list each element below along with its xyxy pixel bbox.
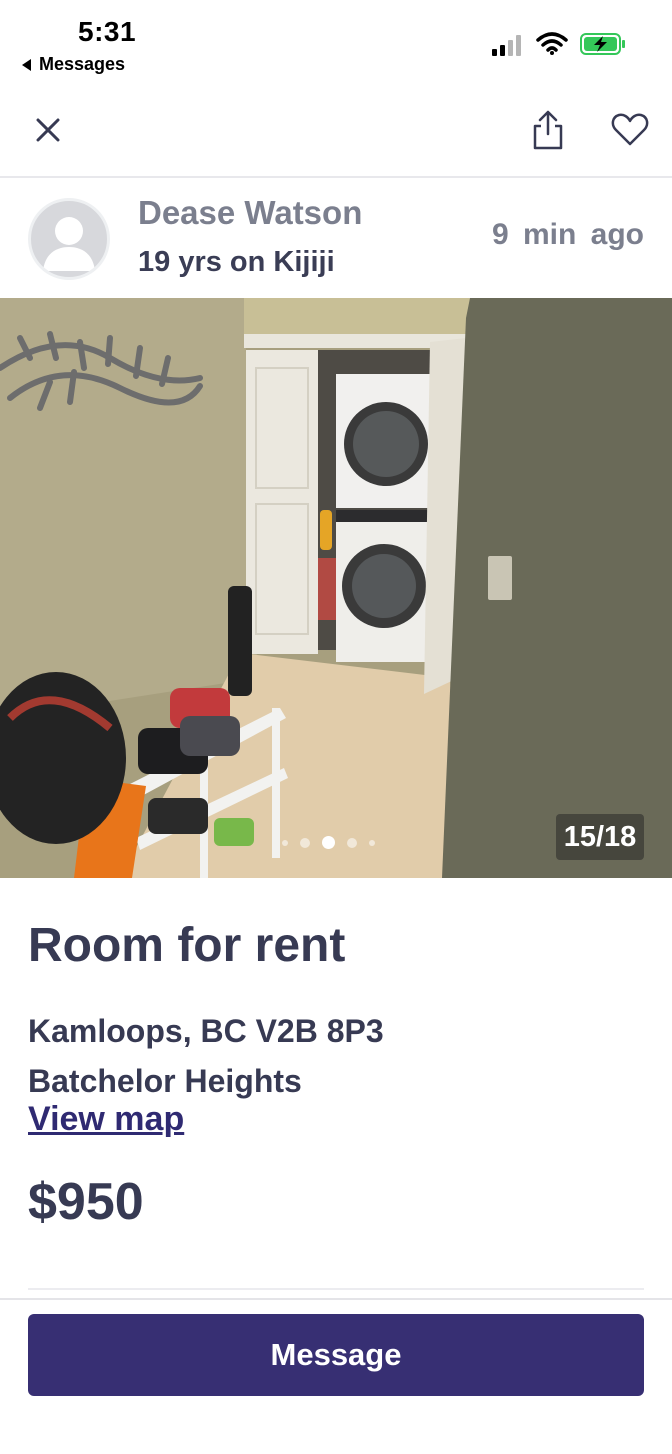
top-nav — [0, 88, 672, 178]
wifi-icon — [536, 32, 568, 55]
divider — [28, 1288, 644, 1290]
laundry-room-photo — [0, 298, 672, 878]
close-button[interactable] — [30, 110, 66, 150]
gallery-dot — [282, 839, 288, 846]
battery-charging-icon — [580, 33, 625, 55]
share-button[interactable] — [528, 108, 568, 152]
view-map-link[interactable]: View map — [28, 1100, 184, 1139]
listing-photo[interactable]: 15/18 — [0, 298, 672, 878]
address-line-2: Batchelor Heights — [28, 1063, 302, 1099]
seller-membership: 19 yrs on Kijiji — [138, 246, 335, 278]
avatar[interactable] — [28, 198, 110, 280]
status-time: 5:31 — [78, 16, 137, 47]
heart-icon — [611, 113, 649, 146]
listing-title: Room for rent — [28, 919, 346, 972]
back-arrow-icon — [22, 58, 31, 71]
seller-row[interactable]: Dease Watson 19 yrs on Kijiji 9 min ago — [0, 180, 672, 298]
gallery-dot — [369, 839, 375, 846]
gallery-dot — [300, 837, 310, 848]
message-button[interactable]: Message — [28, 1314, 644, 1396]
address-line-1: Kamloops, BC V2B 8P3 — [28, 1013, 384, 1049]
signal-icon — [492, 35, 521, 56]
bottom-action-bar: Message — [0, 1298, 672, 1454]
close-icon — [36, 118, 60, 142]
seller-name[interactable]: Dease Watson — [138, 194, 362, 232]
listing-address: Kamloops, BC V2B 8P3 Batchelor Heights — [28, 1006, 384, 1106]
user-placeholder-icon — [43, 217, 95, 271]
posted-time: 9 min ago — [491, 218, 644, 251]
back-to-messages-link[interactable]: Messages — [22, 54, 125, 75]
photo-counter: 15/18 — [556, 814, 644, 860]
favorite-button[interactable] — [610, 110, 650, 150]
gallery-dot-active — [322, 836, 335, 849]
status-bar: 5:31 Messages — [0, 0, 672, 88]
listing-price: $950 — [28, 1173, 144, 1231]
back-app-label: Messages — [39, 54, 126, 74]
share-icon — [533, 110, 563, 150]
gallery-dot — [347, 837, 357, 848]
gallery-pagination — [282, 836, 375, 849]
